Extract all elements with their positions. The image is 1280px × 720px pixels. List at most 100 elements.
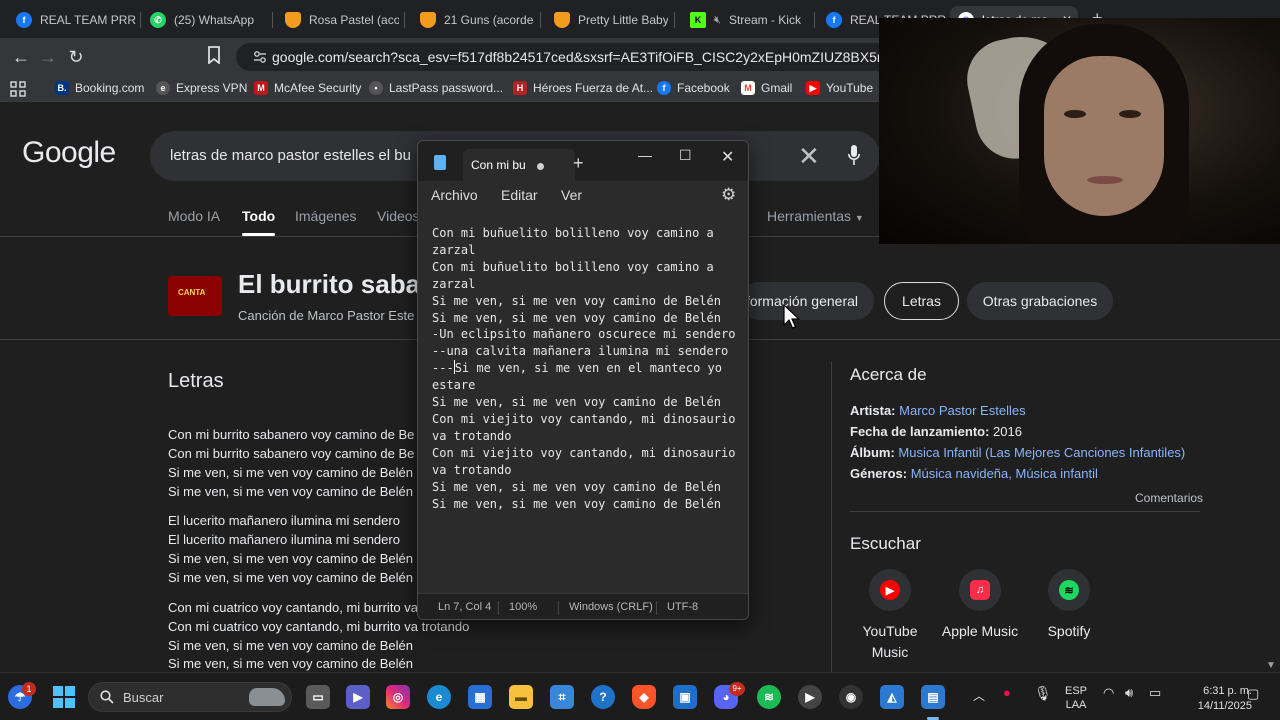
back-button[interactable]: ← xyxy=(10,46,32,68)
teams-chat-icon[interactable]: ▶ xyxy=(346,685,370,709)
search-query[interactable]: letras de marco pastor estelles el bu xyxy=(170,147,411,164)
tab-whatsapp[interactable]: ✆ (25) WhatsApp xyxy=(142,6,270,34)
edge-icon[interactable]: e xyxy=(427,685,451,709)
cursor-position: Ln 7, Col 4 xyxy=(438,601,492,613)
task-view-icon[interactable]: ▭ xyxy=(306,685,330,709)
tab-pretty-little-baby[interactable]: Pretty Little Baby xyxy=(546,6,668,34)
bookmark-express-vpn[interactable]: e Express VPN xyxy=(156,81,247,95)
artist-link[interactable]: Marco Pastor Estelles xyxy=(899,403,1025,418)
bookmark-star-icon[interactable] xyxy=(203,46,225,68)
language-indicator[interactable]: ESP LAA xyxy=(1060,684,1092,712)
tab-imagenes[interactable]: Imágenes xyxy=(295,208,356,224)
maximize-button[interactable]: ☐ xyxy=(679,147,692,164)
spotify-icon: ≋ xyxy=(1048,569,1090,611)
webcam-eye xyxy=(1119,110,1141,118)
forward-button[interactable]: → xyxy=(37,46,59,68)
song-thumbnail[interactable]: CANTA xyxy=(168,276,222,316)
tab-herramientas[interactable]: Herramientas ▼ xyxy=(767,208,864,224)
guitar-pick-icon xyxy=(420,12,436,28)
tab-21-guns[interactable]: 21 Guns (acordes xyxy=(412,6,534,34)
taskbar-search[interactable]: Buscar xyxy=(88,682,292,712)
site-settings-icon[interactable] xyxy=(252,49,268,65)
spotify-icon[interactable]: ≋ xyxy=(757,685,781,709)
tab-modo-ia[interactable]: Modo IA xyxy=(168,208,220,224)
chip-otras-grabaciones[interactable]: Otras grabaciones xyxy=(967,282,1113,320)
keyboard-layout: LAA xyxy=(1065,699,1087,711)
chevron-down-icon: ▼ xyxy=(854,213,864,223)
about-heading: Acerca de xyxy=(850,365,927,384)
tab-real-team-1[interactable]: f REAL TEAM PRRA xyxy=(8,6,136,34)
minimize-button[interactable]: — xyxy=(638,147,652,163)
chevron-up-icon[interactable]: ︿ xyxy=(973,687,985,704)
tab-videos[interactable]: Videos xyxy=(377,208,420,224)
bookmark-lastpass[interactable]: • LastPass password... xyxy=(369,81,503,95)
battery-icon[interactable]: ▭ xyxy=(1149,685,1161,701)
app-icon[interactable]: ⌗ xyxy=(550,685,574,709)
close-button[interactable]: ✕ xyxy=(721,147,734,167)
bookmark-facebook[interactable]: f Facebook xyxy=(657,81,730,95)
volume-icon[interactable]: 🔊︎ xyxy=(1125,685,1133,701)
clock[interactable]: 6:31 p. m. 14/11/2025 xyxy=(1172,684,1252,714)
file-explorer-icon[interactable]: ▬ xyxy=(509,685,533,709)
notifications-icon[interactable]: ▢ xyxy=(1247,686,1259,702)
service-spotify[interactable]: ≋ Spotify xyxy=(1024,569,1114,642)
menu-ver[interactable]: Ver xyxy=(561,187,582,203)
genres-links[interactable]: Música navideña, Música infantil xyxy=(911,466,1098,481)
bookmark-label: Booking.com xyxy=(75,81,145,95)
tab-kick-stream[interactable]: K 🔇︎ Stream - Kick xyxy=(682,6,812,34)
notepad-taskbar-icon[interactable]: ▤ xyxy=(921,685,945,709)
gmail-icon: M xyxy=(741,81,755,95)
photos-icon[interactable]: ◭ xyxy=(880,685,904,709)
service-youtube-music[interactable]: ▶ YouTube Music xyxy=(845,569,935,663)
search-highlight-image-icon xyxy=(249,688,285,706)
tab-todo[interactable]: Todo xyxy=(242,208,276,236)
microphone-icon[interactable] xyxy=(848,145,860,165)
wifi-icon[interactable]: ◠ xyxy=(1103,685,1114,701)
lyric-line: Con mi cuatrico voy cantando, mi burrito… xyxy=(168,619,470,634)
bookmark-heroes[interactable]: H Héroes Fuerza de At... xyxy=(513,81,653,95)
media-player-icon[interactable]: ▶ xyxy=(798,685,822,709)
youtube-music-icon: ▶ xyxy=(869,569,911,611)
obs-icon[interactable]: ◉ xyxy=(839,685,863,709)
brave-icon[interactable]: ◆ xyxy=(632,685,656,709)
chip-informacion-general[interactable]: formación general xyxy=(740,282,874,320)
microphone-icon[interactable]: 🎙︎ xyxy=(1034,685,1052,702)
windows-start-icon[interactable] xyxy=(52,685,76,709)
microsoft-store-icon[interactable]: ▦ xyxy=(468,685,492,709)
guitar-pick-icon xyxy=(554,12,570,28)
gear-icon[interactable]: ⚙ xyxy=(721,185,736,205)
help-icon[interactable]: ? xyxy=(591,685,615,709)
app-window-icon[interactable]: ▣ xyxy=(673,685,697,709)
bookmark-booking[interactable]: B. Booking.com xyxy=(55,81,144,95)
bookmark-gmail[interactable]: M Gmail xyxy=(741,81,792,95)
album-row: Álbum: Musica Infantil (Las Mejores Canc… xyxy=(850,445,1185,460)
tab-rosa-pastel[interactable]: Rosa Pastel (acord xyxy=(277,6,399,34)
notepad-window[interactable]: Con mi bu + — ☐ ✕ Archivo Editar Ver ⚙ C… xyxy=(417,140,749,620)
bookmark-mcafee[interactable]: M McAfee Security xyxy=(254,81,361,95)
lyric-line: Si me ven, si me ven voy camino de Belén xyxy=(168,656,413,671)
reload-button[interactable]: ↻ xyxy=(65,46,87,68)
notepad-titlebar[interactable]: Con mi bu + — ☐ ✕ xyxy=(418,141,748,181)
bookmark-youtube[interactable]: ▶ YouTube xyxy=(806,81,873,95)
unsaved-dot-icon xyxy=(537,163,544,170)
google-logo[interactable]: Google xyxy=(22,136,116,170)
language-code: ESP xyxy=(1064,685,1087,697)
notepad-text-area[interactable]: Con mi buñuelito bolilleno voy camino a … xyxy=(432,225,748,512)
notepad-tab[interactable]: Con mi bu xyxy=(463,149,575,181)
scroll-down-arrow-icon[interactable]: ▼ xyxy=(1266,660,1276,671)
apps-icon[interactable] xyxy=(10,81,26,97)
menu-archivo[interactable]: Archivo xyxy=(431,187,478,203)
menu-editar[interactable]: Editar xyxy=(501,187,538,203)
service-apple-music[interactable]: ♫ Apple Music xyxy=(935,569,1025,642)
text-before-caret: Con mi buñuelito bolilleno voy camino a … xyxy=(432,226,736,376)
muted-speaker-icon[interactable]: 🔇︎ xyxy=(714,14,721,27)
album-link[interactable]: Musica Infantil (Las Mejores Canciones I… xyxy=(898,445,1185,460)
new-tab-plus-icon[interactable]: + xyxy=(573,153,584,174)
comments-link[interactable]: Comentarios xyxy=(1135,491,1203,505)
tray-app-icon[interactable]: ● xyxy=(1003,685,1011,700)
instagram-icon[interactable]: ◎ xyxy=(386,685,410,709)
bookmark-label: Héroes Fuerza de At... xyxy=(533,81,654,95)
clear-search-icon[interactable]: ✕ xyxy=(798,141,820,172)
windows-taskbar: ☂ 1 Buscar ▭ ▶ ◎ e ▦ ▬ ⌗ ? ◆ ▣ ◕ 9+ ≋ ▶ … xyxy=(0,672,1280,720)
chip-letras[interactable]: Letras xyxy=(884,282,959,320)
